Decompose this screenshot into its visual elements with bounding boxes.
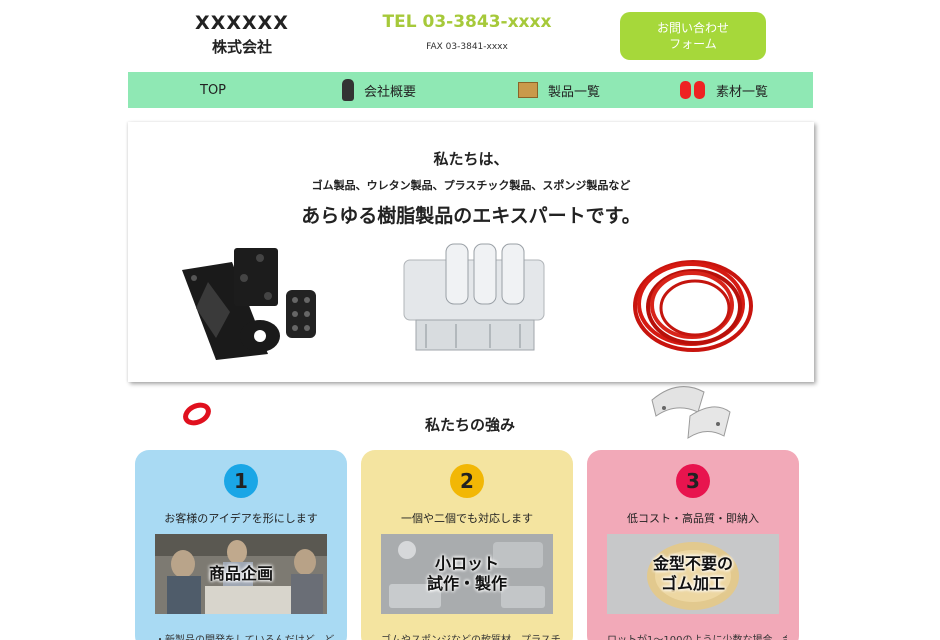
card-body-text: ・新製品の開発をしているんだけど、ど	[155, 631, 335, 640]
company-name[interactable]: XXXXXX 株式会社	[190, 12, 294, 57]
card-photo-label: 小ロット	[434, 554, 499, 573]
red-rubber-cord-image	[633, 260, 753, 352]
nav-item-products[interactable]: 製品一覧	[518, 72, 600, 108]
fax-number: FAX 03-3841-xxxx	[426, 42, 508, 52]
prototype-photo: 小ロット 試作・製作	[381, 534, 553, 614]
card-number-badge: 1	[224, 464, 258, 498]
nav-item-top[interactable]: TOP	[200, 72, 226, 108]
card-photo-label: 商品企画	[208, 564, 273, 583]
card-body-text: ゴムやスポンジなどの軟質材、プラスチ	[381, 631, 561, 640]
card-photo-label: 金型不要の	[652, 554, 733, 573]
hero-panel: 私たちは、 ゴム製品、ウレタン製品、プラスチック製品、スポンジ製品など あらゆる…	[128, 122, 814, 382]
strengths-title: 私たちの強み	[424, 416, 515, 434]
white-plastic-parts-image	[651, 386, 731, 439]
hero-heading-line3: あらゆる樹脂製品のエキスパートです。	[301, 205, 641, 227]
nav-item-materials[interactable]: 素材一覧	[680, 72, 768, 108]
card-subtitle: 一個や二個でも対応します	[401, 512, 533, 525]
card-photo-label-2: ゴム加工	[660, 574, 725, 593]
meeting-photo: 商品企画	[155, 534, 327, 614]
card-body-text: ロットが1～100のように少数な場合、金	[607, 631, 787, 640]
hero-heading-line1: 私たちは、	[433, 150, 509, 168]
rubber-grip-icon	[342, 79, 354, 101]
rubber-processing-photo: 金型不要の ゴム加工	[607, 534, 779, 614]
company-name-line1: XXXXXX	[195, 12, 289, 34]
main-nav: TOP 会社概要 製品一覧 素材一覧	[128, 72, 813, 108]
product-box-icon	[518, 82, 538, 98]
contact-button-line1: お問い合わせ	[656, 21, 729, 35]
nav-item-company[interactable]: 会社概要	[342, 72, 416, 108]
contact-button-line2: フォーム	[669, 37, 717, 51]
nav-item-label: 製品一覧	[548, 84, 601, 100]
card-number-badge: 2	[450, 464, 484, 498]
black-rubber-parts-image	[182, 248, 316, 360]
nav-item-label: 会社概要	[364, 84, 417, 100]
nav-item-label: 素材一覧	[716, 84, 769, 100]
card-number-badge: 3	[676, 464, 710, 498]
red-rubber-parts-icon	[680, 80, 706, 100]
strength-card-2[interactable]: 2 一個や二個でも対応します 小ロット 試作・製作 ゴムやスポンジなどの軟質材、…	[361, 450, 573, 640]
card-subtitle: お客様のアイデアを形にします	[164, 512, 318, 525]
phone-number[interactable]: TEL 03-3843-xxxx	[372, 12, 562, 32]
company-name-line2: 株式会社	[211, 38, 272, 56]
contact-form-button[interactable]: お問い合わせ フォーム	[620, 12, 766, 60]
strength-card-1[interactable]: 1 お客様のアイデアを形にします 商品企画 ・新製品の開発をしているんだけど、ど	[135, 450, 347, 640]
card-photo-label-2: 試作・製作	[426, 574, 507, 593]
strength-card-3[interactable]: 3 低コスト・高品質・即納入 金型不要の ゴム加工 ロットが1～100のように少…	[587, 450, 799, 640]
card-subtitle: 低コスト・高品質・即納入	[627, 512, 759, 525]
nav-item-label: TOP	[200, 82, 227, 98]
clear-plastic-block-image	[403, 243, 545, 351]
hero-heading-line2: ゴム製品、ウレタン製品、プラスチック製品、スポンジ製品など	[311, 179, 631, 192]
